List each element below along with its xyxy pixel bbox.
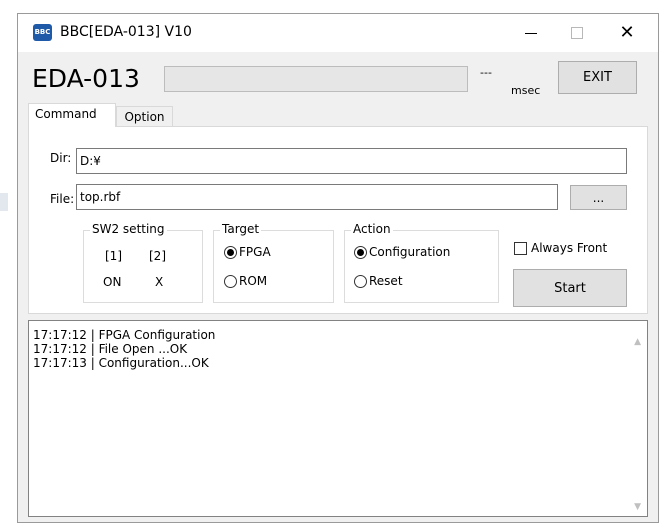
maximize-icon — [571, 27, 583, 39]
sw2-setting-title: SW2 setting — [90, 222, 167, 236]
radio-reset[interactable]: Reset — [354, 274, 403, 288]
tab-option[interactable]: Option — [116, 106, 173, 128]
close-icon: ✕ — [619, 22, 635, 43]
target-group: Target FPGA ROM — [213, 222, 334, 303]
file-input[interactable] — [76, 184, 558, 210]
browse-button[interactable]: ... — [570, 185, 627, 210]
app-window: BBC BBC[EDA-013] V10 ✕ EDA-013 --- msec … — [17, 13, 659, 523]
log-lines: 17:17:12 | FPGA Configuration 17:17:12 |… — [33, 328, 215, 370]
progress-bar — [164, 66, 468, 92]
radio-rom-label: ROM — [239, 274, 268, 288]
radio-rom[interactable]: ROM — [224, 274, 267, 288]
dir-label: Dir: — [50, 151, 72, 165]
app-icon: BBC — [33, 24, 52, 41]
exit-button[interactable]: EXIT — [558, 61, 637, 94]
close-button[interactable]: ✕ — [604, 14, 650, 52]
elapsed-unit: msec — [511, 84, 541, 97]
minimize-icon — [525, 32, 537, 34]
radio-fpga-label: FPGA — [239, 245, 271, 259]
desktop-background — [0, 0, 14, 532]
log-line: 17:17:13 | Configuration...OK — [33, 356, 209, 370]
desktop-edge-artifact — [0, 193, 8, 211]
sw2-setting-group: SW2 setting [1] [2] ON X — [83, 222, 203, 303]
elapsed-time: --- — [480, 66, 492, 79]
radio-configuration-indicator — [354, 245, 367, 259]
title-bar[interactable]: BBC BBC[EDA-013] V10 ✕ — [18, 14, 658, 52]
window-title: BBC[EDA-013] V10 — [60, 24, 192, 40]
minimize-button[interactable] — [508, 14, 554, 52]
command-panel: Dir: File: ... SW2 setting [1] [2] ON X … — [28, 126, 648, 314]
radio-configuration-label: Configuration — [369, 245, 451, 259]
start-button[interactable]: Start — [513, 269, 627, 307]
radio-reset-indicator — [354, 274, 367, 288]
always-front-checkbox[interactable]: Always Front — [514, 241, 607, 255]
scroll-up-icon[interactable]: ▲ — [634, 337, 641, 347]
radio-fpga[interactable]: FPGA — [224, 245, 271, 259]
sw2-col2-value: X — [155, 275, 164, 289]
log-line: 17:17:12 | File Open ...OK — [33, 342, 188, 356]
target-title: Target — [220, 222, 262, 236]
sw2-col1-header: [1] — [105, 249, 122, 263]
log-line: 17:17:12 | FPGA Configuration — [33, 328, 216, 342]
sw2-col1-value: ON — [103, 275, 122, 289]
scroll-down-icon[interactable]: ▼ — [634, 502, 641, 512]
action-group: Action Configuration Reset — [344, 222, 499, 303]
always-front-label: Always Front — [531, 241, 608, 255]
file-label: File: — [50, 192, 75, 206]
always-front-box — [514, 241, 527, 255]
dir-input[interactable] — [76, 148, 627, 174]
radio-reset-label: Reset — [369, 274, 403, 288]
radio-fpga-indicator — [224, 245, 237, 259]
log-area[interactable]: 17:17:12 | FPGA Configuration 17:17:12 |… — [28, 320, 648, 517]
device-name: EDA-013 — [32, 64, 140, 93]
maximize-button[interactable] — [554, 14, 600, 52]
radio-configuration[interactable]: Configuration — [354, 245, 450, 259]
action-title: Action — [351, 222, 393, 236]
sw2-col2-header: [2] — [149, 249, 166, 263]
tab-command[interactable]: Command — [28, 103, 116, 127]
radio-rom-indicator — [224, 274, 237, 288]
